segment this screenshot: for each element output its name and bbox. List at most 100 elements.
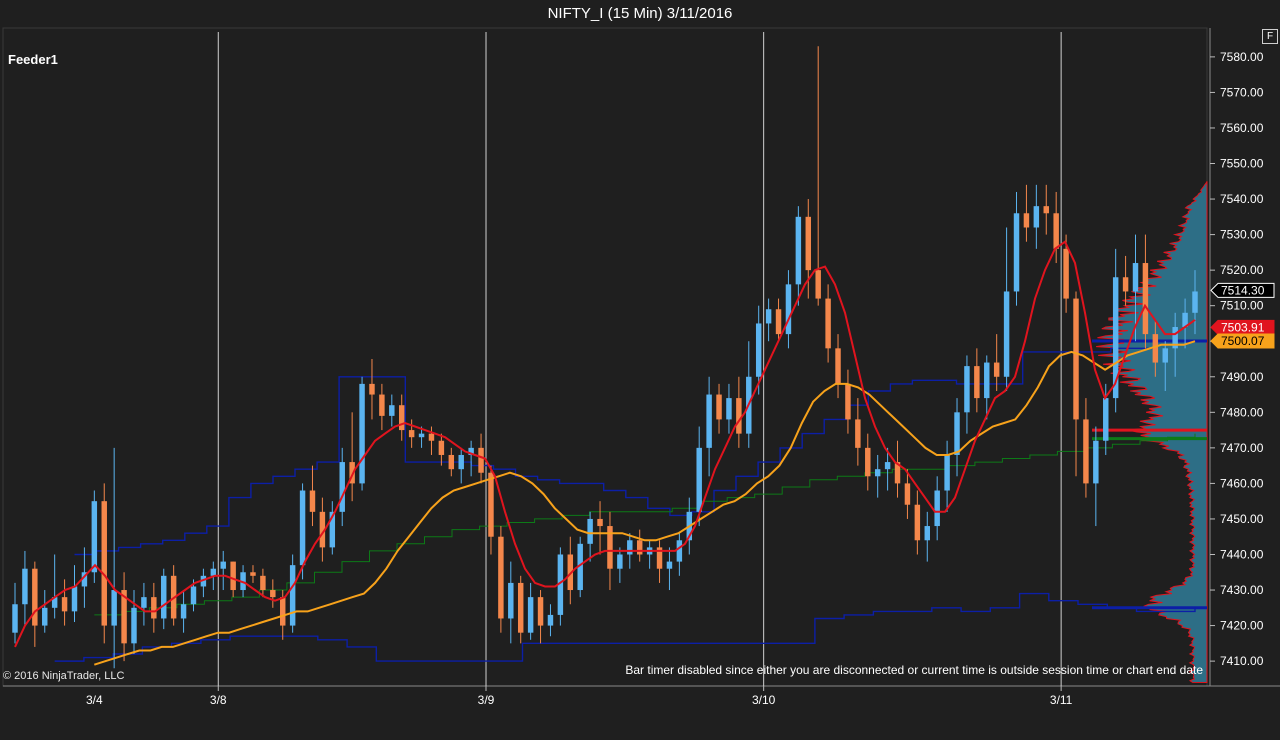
x-tick-label: 3/9	[478, 693, 495, 707]
price-marker-label: 7503.91	[1221, 320, 1265, 334]
candle-down	[865, 447, 871, 477]
candle-up	[12, 604, 18, 633]
candle-down	[488, 472, 494, 537]
candle-down	[448, 454, 455, 470]
y-tick-label: 7540.00	[1220, 192, 1264, 206]
candle-up	[161, 575, 167, 619]
candle-down	[498, 536, 504, 619]
candle-down	[230, 561, 236, 591]
candle-up	[765, 309, 772, 324]
candle-up	[418, 433, 425, 438]
candle-up	[1132, 263, 1139, 292]
candle-up	[884, 462, 891, 470]
candle-down	[855, 419, 861, 448]
price-marker-label: 7500.07	[1221, 334, 1265, 348]
candle-up	[180, 604, 187, 619]
candle-down	[438, 440, 445, 455]
candle-up	[755, 323, 762, 377]
candle-up	[141, 597, 147, 608]
candle-down	[1043, 206, 1049, 214]
candle-up	[220, 561, 226, 569]
candle-down	[1053, 213, 1059, 249]
candle-down	[408, 430, 415, 438]
candle-down	[815, 270, 821, 299]
y-tick-label: 7470.00	[1220, 441, 1264, 455]
candle-down	[1122, 277, 1129, 292]
candle-down	[478, 447, 484, 473]
candle-up	[289, 565, 296, 626]
candle-down	[1142, 263, 1149, 335]
candle-up	[547, 614, 554, 626]
y-tick-label: 7580.00	[1220, 50, 1264, 64]
y-tick-label: 7450.00	[1220, 512, 1264, 526]
candle-down	[250, 572, 256, 576]
candle-up	[131, 607, 137, 644]
candle-down	[716, 394, 722, 420]
candle-up	[91, 501, 98, 573]
y-tick-label: 7420.00	[1220, 619, 1264, 633]
bar-timer-message: Bar timer disabled since either you are …	[625, 663, 1203, 677]
candle-up	[1093, 440, 1099, 484]
candle-up	[934, 490, 940, 527]
candle-down	[1023, 213, 1030, 228]
copyright-text: © 2016 NinjaTrader, LLC	[3, 670, 125, 682]
candle-up	[924, 526, 930, 541]
price-marker-label: 7514.30	[1221, 283, 1265, 297]
candle-down	[369, 383, 375, 395]
candle-down	[537, 597, 544, 626]
candle-up	[1033, 206, 1040, 228]
candle-down	[914, 504, 921, 541]
candle-up	[389, 405, 395, 416]
y-tick-label: 7460.00	[1220, 476, 1264, 490]
candle-up	[1013, 213, 1020, 292]
candle-down	[101, 501, 107, 626]
candle-down	[835, 348, 841, 384]
candle-down	[636, 540, 643, 555]
channel-upper-line	[74, 341, 1156, 556]
candle-up	[339, 462, 345, 512]
fast-moving-average-line	[14, 240, 1196, 648]
candle-down	[517, 582, 524, 633]
price-chart[interactable]: 3/8 3/9 3/10 3/11 3/4 7410.00 7420.00 7430.00 74…	[0, 0, 1280, 740]
candle-up	[706, 394, 712, 448]
candle-up	[696, 447, 702, 512]
candle-up	[954, 412, 960, 455]
y-tick-label: 7510.00	[1220, 299, 1264, 313]
y-tick-label: 7480.00	[1220, 405, 1264, 419]
candle-down	[1152, 334, 1159, 363]
candle-up	[71, 586, 78, 612]
candle-down	[428, 433, 435, 441]
candle-up	[508, 582, 514, 619]
candle-down	[736, 398, 742, 434]
candle-down	[974, 366, 980, 399]
candle-down	[61, 597, 68, 612]
y-tick-label: 7530.00	[1220, 228, 1264, 242]
candle-up	[627, 540, 633, 555]
candle-up	[1162, 348, 1168, 363]
candle-down	[1083, 419, 1089, 484]
candle-down	[775, 309, 782, 335]
candle-down	[270, 590, 276, 598]
candle-down	[280, 597, 286, 626]
candle-up	[359, 383, 365, 484]
candle-down	[379, 394, 385, 416]
candle-up	[458, 454, 464, 470]
candle-up	[785, 284, 792, 335]
y-tick-label: 7430.00	[1220, 583, 1264, 597]
y-tick-label: 7570.00	[1220, 85, 1264, 99]
candle-up	[1103, 398, 1109, 441]
panel-label: Feeder1	[8, 52, 58, 67]
candle-up	[874, 469, 881, 477]
candle-up	[111, 590, 117, 626]
x-tick-label: 3/11	[1050, 693, 1073, 707]
candle-up	[944, 454, 950, 491]
candle-down	[597, 518, 603, 527]
candle-down	[32, 568, 38, 626]
plot-area-border	[2, 27, 1208, 687]
candle-down	[805, 216, 812, 271]
candle-down	[845, 383, 851, 420]
candle-down	[825, 298, 831, 349]
candle-down	[1063, 248, 1069, 299]
y-tick-label: 7490.00	[1220, 370, 1264, 384]
x-tick-label: 3/8	[210, 693, 227, 707]
